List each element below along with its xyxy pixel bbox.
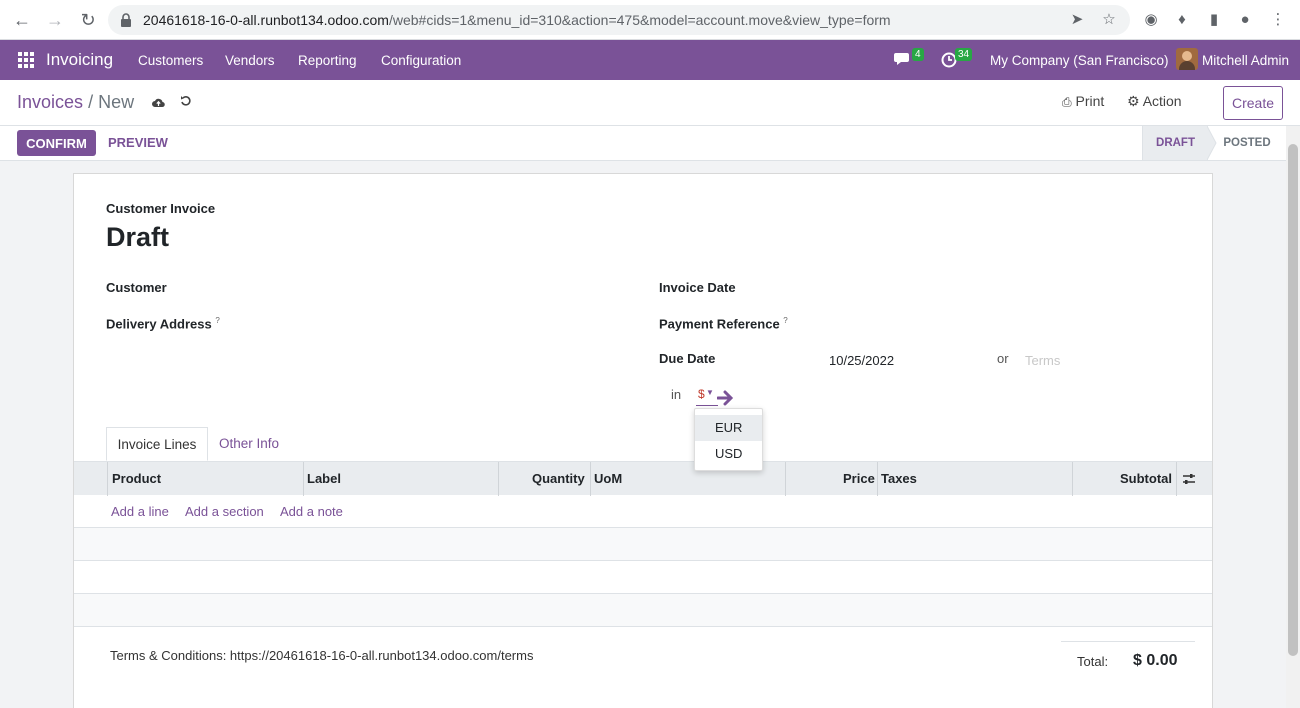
lock-icon — [121, 13, 131, 27]
add-note-link[interactable]: Add a note — [280, 504, 343, 519]
reload-icon[interactable]: ↻ — [76, 8, 100, 32]
action-button[interactable]: ⚙ Action — [1127, 93, 1182, 110]
address-bar[interactable]: 20461618-16-0-all.runbot134.odoo.com/web… — [108, 5, 1130, 35]
menu-customers[interactable]: Customers — [138, 53, 203, 68]
breadcrumb-separator: / — [88, 92, 94, 112]
menu-configuration[interactable]: Configuration — [381, 53, 461, 68]
add-line-link[interactable]: Add a line — [111, 504, 169, 519]
payment-terms-field[interactable]: Terms — [1025, 353, 1060, 368]
sidepanel-icon[interactable]: ▮ — [1203, 9, 1225, 31]
tab-invoice-lines[interactable]: Invoice Lines — [106, 427, 208, 461]
confirm-button[interactable]: CONFIRM — [17, 130, 96, 156]
star-icon[interactable]: ☆ — [1098, 9, 1120, 31]
breadcrumb-invoices[interactable]: Invoices — [17, 92, 83, 112]
column-settings-icon[interactable] — [1182, 472, 1196, 486]
scrollbar-thumb[interactable] — [1288, 144, 1298, 656]
menu-vendors[interactable]: Vendors — [225, 53, 275, 68]
save-cloud-icon[interactable] — [152, 96, 165, 108]
currency-select[interactable]: $ ▼ — [696, 386, 718, 406]
tab-other-info[interactable]: Other Info — [219, 427, 279, 461]
discard-icon[interactable] — [180, 95, 193, 108]
url-text: 20461618-16-0-all.runbot134.odoo.com/web… — [143, 12, 891, 28]
invoice-sheet: Customer Invoice Draft Customer Delivery… — [73, 173, 1213, 708]
menu-reporting[interactable]: Reporting — [298, 53, 357, 68]
extension-avatar-icon[interactable]: ◉ — [1140, 9, 1162, 31]
puzzle-icon[interactable]: ♦ — [1171, 9, 1193, 31]
profile-icon[interactable]: ● — [1234, 9, 1256, 31]
total-box: Total: $ 0.00 — [1061, 641, 1195, 669]
col-price[interactable]: Price — [843, 462, 875, 496]
currency-option-usd[interactable]: USD — [695, 441, 762, 467]
share-icon[interactable]: ➤ — [1066, 9, 1088, 31]
back-icon[interactable]: ← — [10, 8, 34, 32]
apps-menu-icon[interactable] — [18, 52, 34, 68]
messages-badge: 4 — [912, 48, 924, 61]
browser-menu-icon[interactable]: ⋮ — [1267, 9, 1289, 31]
chat-icon — [894, 53, 909, 65]
browser-toolbar: ← → ↻ 20461618-16-0-all.runbot134.odoo.c… — [0, 0, 1300, 40]
print-icon: ⎙ — [1062, 95, 1072, 109]
main-navbar: Invoicing Customers Vendors Reporting Co… — [0, 40, 1300, 80]
breadcrumb: Invoices / New — [17, 92, 134, 113]
app-name[interactable]: Invoicing — [46, 50, 113, 70]
invoice-date-label: Invoice Date — [659, 280, 736, 295]
gear-icon: ⚙ — [1127, 93, 1140, 109]
table-row — [74, 528, 1212, 561]
due-date-label: Due Date — [659, 351, 716, 366]
table-row — [74, 594, 1212, 627]
add-line-row: Add a line Add a section Add a note — [74, 495, 1212, 528]
arrow-right-icon[interactable] — [717, 390, 735, 406]
payment-reference-label: Payment Reference ? — [659, 316, 788, 332]
total-amount: $ 0.00 — [1133, 652, 1178, 669]
in-label: in — [671, 387, 682, 402]
preview-button[interactable]: PREVIEW — [108, 135, 168, 150]
help-icon[interactable]: ? — [215, 316, 219, 325]
caret-down-icon: ▼ — [706, 388, 714, 397]
stage-draft[interactable]: DRAFT — [1142, 126, 1208, 160]
page-scrollbar[interactable] — [1286, 126, 1300, 708]
stage-posted[interactable]: POSTED — [1216, 126, 1278, 160]
due-date-field[interactable]: 10/25/2022 — [829, 353, 894, 368]
doc-type-label: Customer Invoice — [106, 201, 216, 216]
breadcrumb-current: New — [98, 92, 135, 112]
customer-label: Customer — [106, 280, 167, 295]
help-icon[interactable]: ? — [783, 316, 787, 325]
table-row — [74, 561, 1212, 594]
page-title: Draft — [106, 222, 170, 252]
activities-badge: 34 — [955, 48, 973, 61]
messages-button[interactable] — [894, 51, 912, 69]
create-button[interactable]: Create — [1223, 86, 1283, 120]
col-subtotal[interactable]: Subtotal — [1120, 462, 1172, 496]
col-taxes[interactable]: Taxes — [881, 462, 917, 496]
col-product[interactable]: Product — [112, 462, 161, 496]
col-quantity[interactable]: Quantity — [532, 462, 585, 496]
print-button[interactable]: ⎙ Print — [1062, 93, 1104, 110]
avatar[interactable] — [1176, 48, 1198, 70]
currency-dropdown: EUR USD — [694, 408, 763, 471]
total-label: Total: — [1077, 654, 1109, 669]
company-switcher[interactable]: My Company (San Francisco) — [990, 53, 1169, 68]
add-section-link[interactable]: Add a section — [185, 504, 264, 519]
control-panel: Invoices / New ⎙ Print ⚙ Action Create — [0, 80, 1300, 126]
or-label: or — [997, 351, 1009, 366]
user-menu[interactable]: Mitchell Admin — [1202, 53, 1289, 68]
col-uom[interactable]: UoM — [594, 462, 622, 496]
invoice-lines-header: Product Label Quantity UoM Price Taxes S… — [74, 461, 1212, 496]
col-label[interactable]: Label — [307, 462, 341, 496]
forward-icon[interactable]: → — [43, 8, 67, 32]
form-statusbar: CONFIRM PREVIEW DRAFT POSTED — [0, 126, 1286, 161]
currency-option-eur[interactable]: EUR — [695, 415, 762, 441]
terms-conditions: Terms & Conditions: https://20461618-16-… — [110, 648, 534, 663]
delivery-address-label: Delivery Address ? — [106, 316, 220, 332]
